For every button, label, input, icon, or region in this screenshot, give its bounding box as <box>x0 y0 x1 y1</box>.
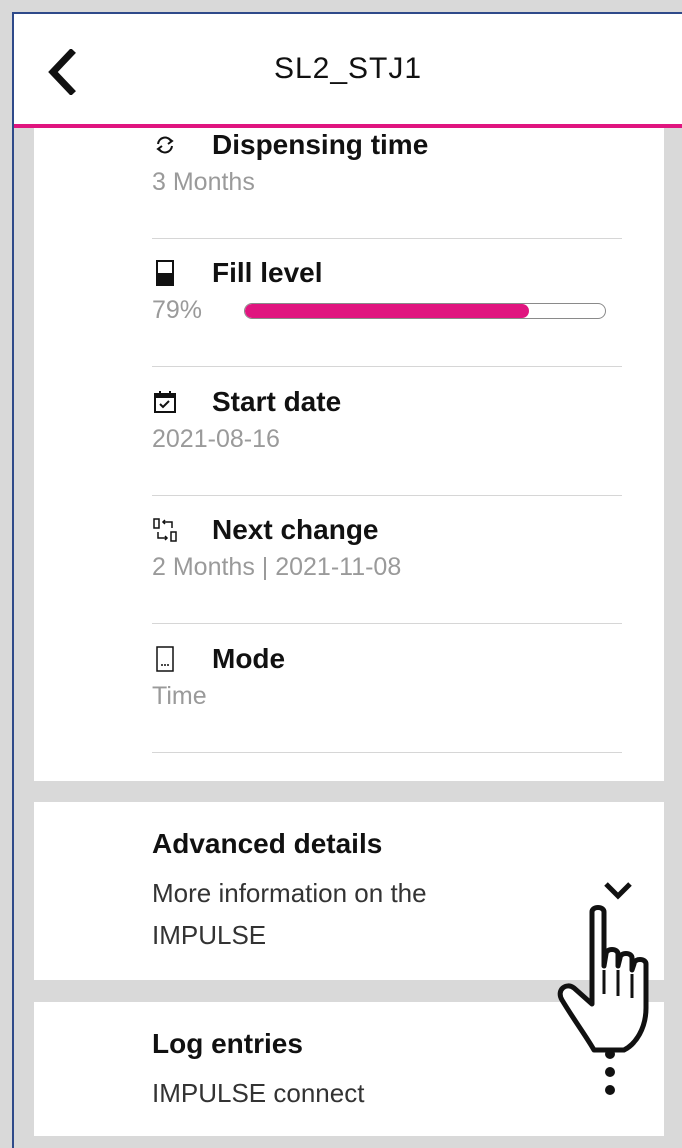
app-frame: SL2_STJ1 Dispensing time 3 Months Fill l… <box>12 12 682 1148</box>
row-label: Mode <box>212 643 286 674</box>
detail-row-fill-level: Fill level 79% <box>152 256 622 367</box>
row-label: Dispensing time <box>212 129 429 160</box>
battery-icon <box>150 258 180 288</box>
fill-level-bar <box>244 302 606 319</box>
refresh-icon <box>150 130 180 160</box>
top-bar: SL2_STJ1 <box>14 14 682 128</box>
log-entries-title: Log entries <box>152 1028 303 1059</box>
row-label: Next change <box>212 514 379 545</box>
detail-row-next-change: Next change 2 Months | 2021-11-08 <box>152 513 622 624</box>
device-icon <box>150 644 180 674</box>
log-entries-subtitle: IMPULSE connect <box>152 1078 365 1108</box>
detail-row-dispensing-time: Dispensing time 3 Months <box>152 128 622 239</box>
fill-level-bar-fill <box>245 303 530 318</box>
calendar-check-icon <box>150 387 180 417</box>
detail-row-start-date: Start date 2021-08-16 <box>152 385 622 496</box>
row-label: Fill level <box>212 257 323 288</box>
pointer-hand-icon <box>557 905 649 1053</box>
chevron-down-icon <box>604 882 632 900</box>
page-title: SL2_STJ1 <box>273 52 423 85</box>
details-card: Dispensing time 3 Months Fill level 79% <box>34 114 664 781</box>
swap-icon <box>150 515 180 545</box>
row-value: 2021-08-16 <box>152 425 280 453</box>
detail-row-mode: Mode Time <box>152 642 622 753</box>
row-value: Time <box>152 682 207 710</box>
row-label: Start date <box>212 386 342 417</box>
row-value: 79% <box>152 296 203 324</box>
advanced-details-title: Advanced details <box>152 828 383 859</box>
advanced-details-subtitle: More information on the IMPULSE <box>152 878 427 950</box>
row-value: 3 Months <box>152 168 255 196</box>
row-value: 2 Months | 2021-11-08 <box>152 553 402 581</box>
